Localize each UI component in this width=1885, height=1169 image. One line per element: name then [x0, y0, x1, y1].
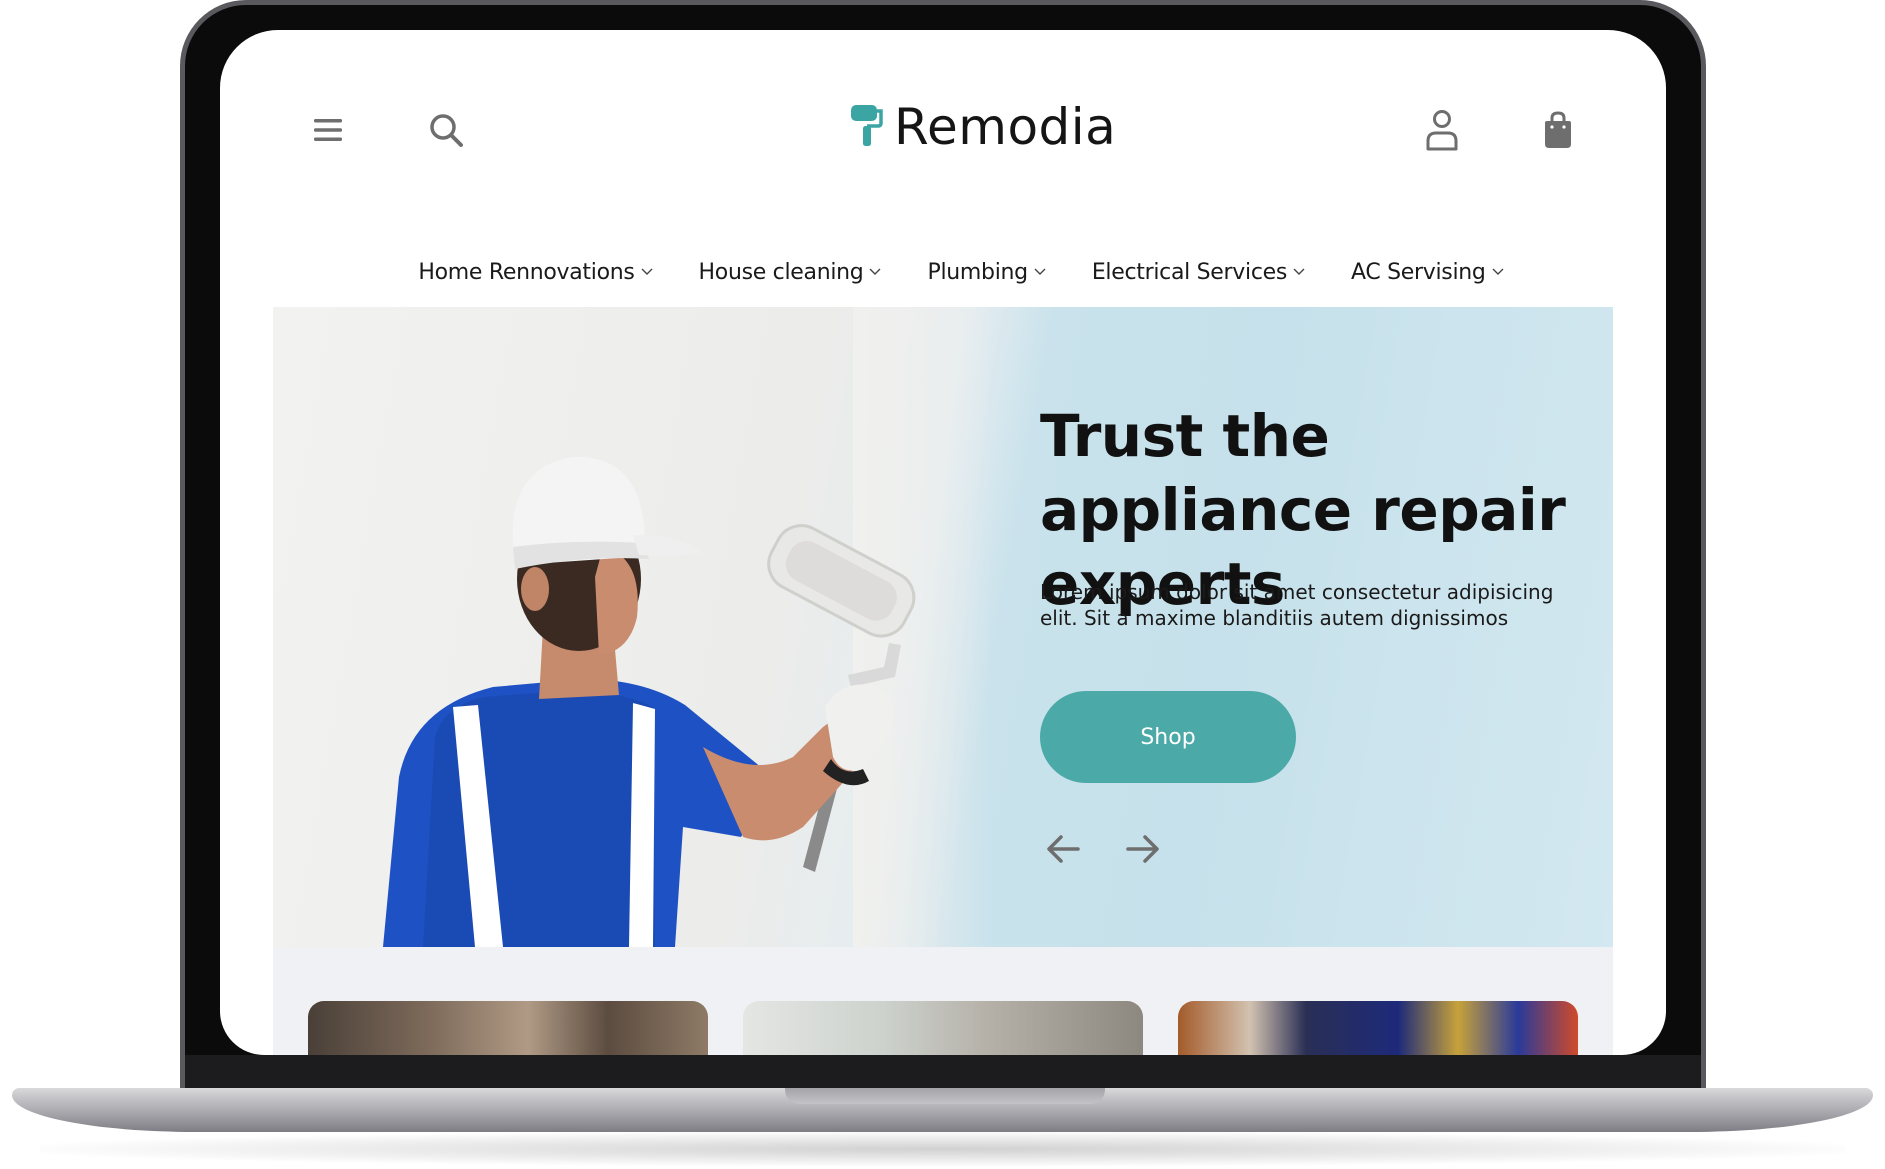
nav-item-home-renovations[interactable]: Home Rennovations [418, 259, 653, 285]
brand-logo[interactable]: Remodia [848, 92, 1116, 162]
shop-button[interactable]: Shop [1040, 691, 1296, 783]
nav-item-label: Home Rennovations [418, 259, 635, 285]
chevron-down-icon [1293, 268, 1305, 275]
brand-name: Remodia [894, 98, 1117, 156]
nav-item-ac-servicing[interactable]: AC Servising [1351, 260, 1504, 285]
hero-banner: Trust the appliance repair experts Lorem… [273, 307, 1613, 947]
service-card-image[interactable] [1178, 1001, 1578, 1055]
arrow-right-icon[interactable] [1121, 827, 1165, 871]
arrow-left-icon[interactable] [1041, 827, 1085, 871]
service-card-image[interactable] [743, 1001, 1143, 1055]
laptop-base-notch [785, 1088, 1105, 1104]
chevron-down-icon [869, 268, 881, 275]
user-icon[interactable] [1418, 106, 1466, 154]
laptop-shadow [40, 1132, 1845, 1166]
service-card-image[interactable] [308, 1001, 708, 1055]
chevron-down-icon [1492, 268, 1504, 275]
painter-illustration [383, 456, 916, 947]
laptop-screen: Remodia Home Rennovations House cleaning… [220, 30, 1666, 1055]
search-icon[interactable] [422, 106, 470, 154]
main-navigation: Home Rennovations House cleaning Plumbin… [220, 242, 1666, 302]
service-cards-section [273, 947, 1613, 1055]
nav-item-label: AC Servising [1351, 259, 1486, 285]
chevron-down-icon [1034, 268, 1046, 275]
nav-item-electrical-services[interactable]: Electrical Services [1092, 260, 1305, 285]
hero-description: Lorem ipsum dolor sit amet consectetur a… [1040, 580, 1554, 630]
hamburger-menu-icon[interactable] [304, 106, 352, 154]
laptop-chin [185, 1055, 1701, 1090]
nav-item-label: House cleaning [698, 259, 864, 285]
nav-item-plumbing[interactable]: Plumbing [927, 259, 1046, 285]
nav-item-label: Electrical Services [1091, 259, 1288, 285]
nav-item-label: Plumbing [927, 259, 1028, 285]
paint-roller-logo-icon [848, 102, 884, 152]
chevron-down-icon [641, 268, 653, 275]
shopping-bag-icon[interactable] [1534, 106, 1582, 154]
nav-item-house-cleaning[interactable]: House cleaning [699, 260, 882, 285]
